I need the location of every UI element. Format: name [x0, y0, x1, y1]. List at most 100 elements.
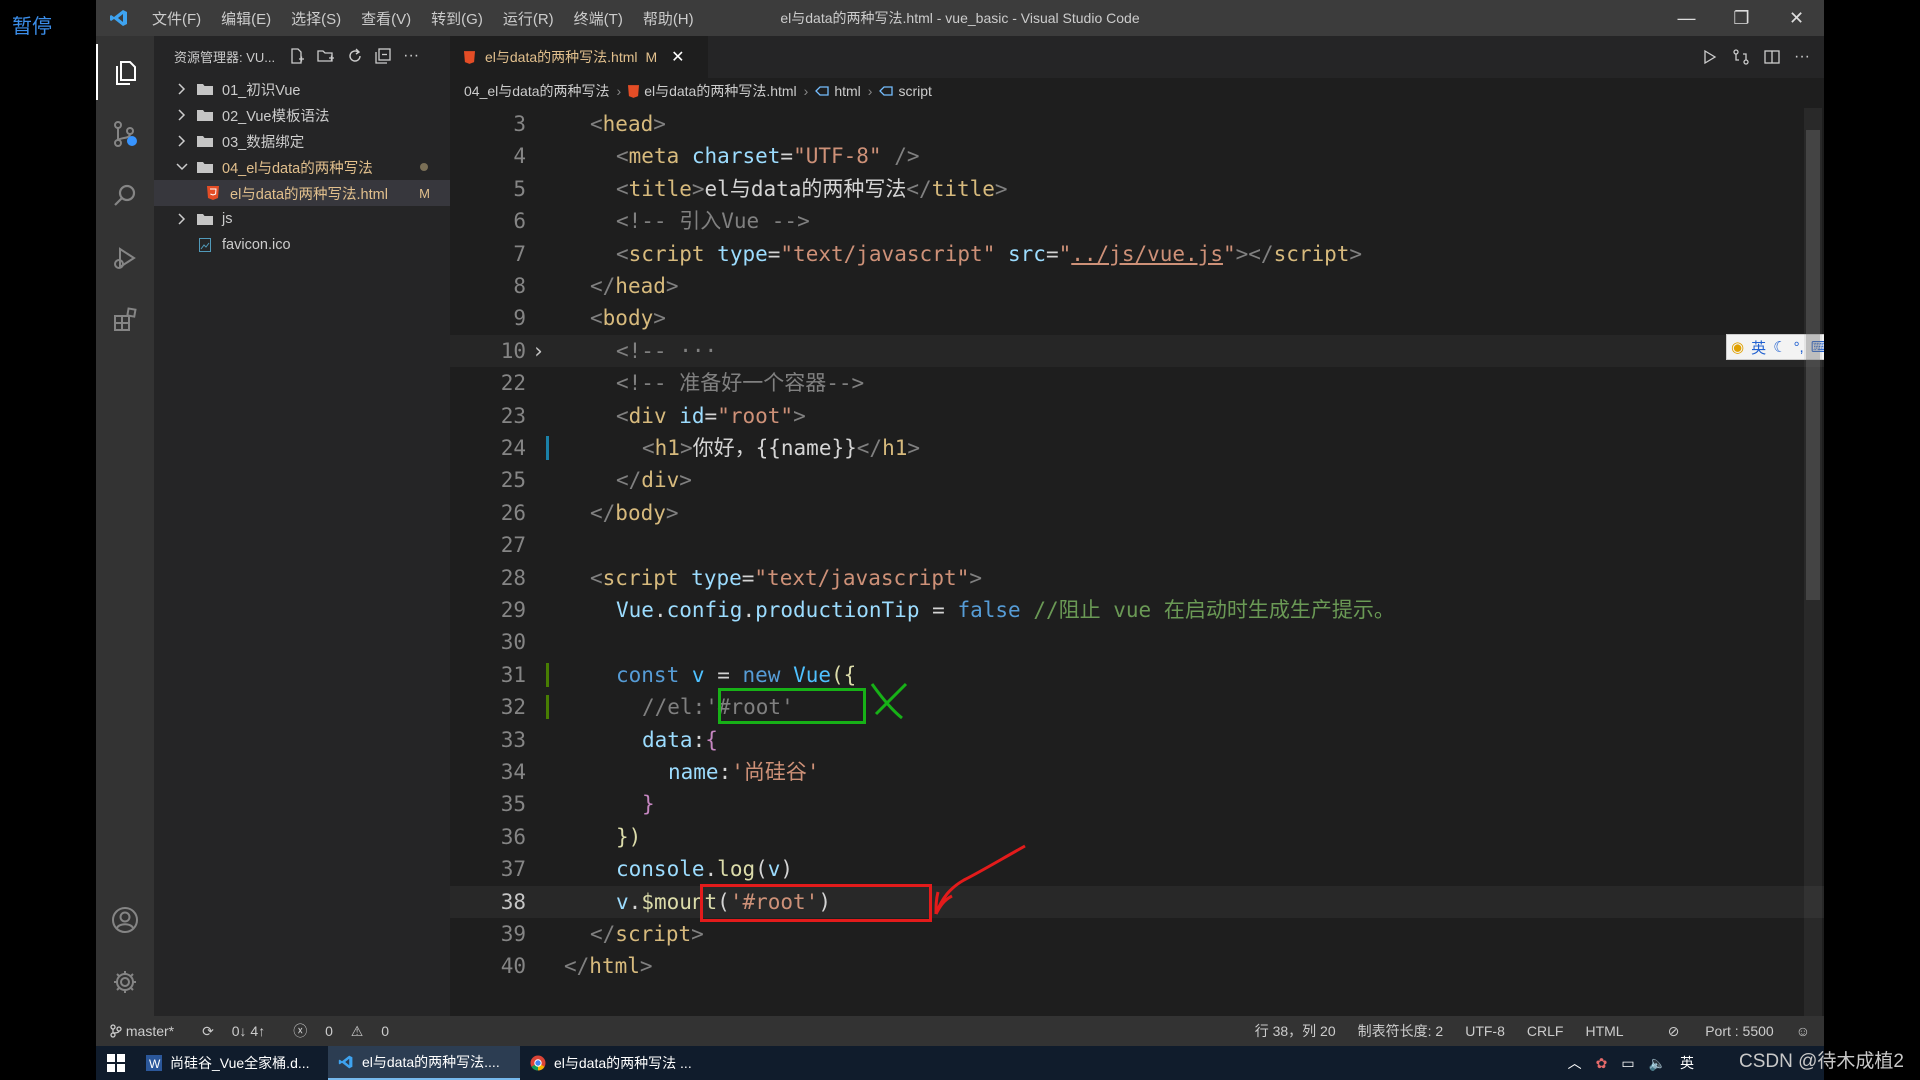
feedback-icon[interactable]: ☺ — [1796, 1023, 1810, 1039]
tree-item-label: favicon.ico — [222, 237, 291, 253]
problems-indicator[interactable]: ⓧ 0 ⚠ 0 — [293, 1021, 403, 1041]
html-file-icon — [464, 50, 475, 64]
code-line: 26 </body> — [500, 500, 679, 525]
menu-selection[interactable]: 选择(S) — [281, 8, 351, 29]
cursor-position[interactable]: 行 38，列 20 — [1255, 1021, 1336, 1041]
explorer-sidebar: 资源管理器: VU... ··· 01_初识Vue 02_Vue模板语法 03_… — [154, 36, 450, 1016]
more-actions-icon[interactable]: ··· — [403, 47, 419, 65]
menu-help[interactable]: 帮助(H) — [633, 8, 704, 29]
menu-go[interactable]: 转到(G) — [421, 8, 493, 29]
code-line: 34 name:'尚硅谷' — [500, 760, 820, 784]
menu-run[interactable]: 运行(R) — [493, 8, 564, 29]
menu-terminal[interactable]: 终端(T) — [564, 8, 633, 29]
fold-chevron-icon[interactable]: › — [532, 335, 545, 367]
new-folder-icon[interactable] — [317, 48, 335, 64]
windows-start-icon[interactable] — [96, 1046, 136, 1080]
tree-item-folder[interactable]: js — [154, 206, 450, 232]
windows-taskbar: W 尚硅谷_Vue全家桶.d... el与data的两种写法.... el与da… — [96, 1046, 1824, 1080]
taskbar-item-chrome[interactable]: el与data的两种写法 ... — [520, 1046, 712, 1080]
image-file-icon — [196, 238, 214, 252]
breadcrumb-item[interactable]: 04_el与data的两种写法 — [464, 81, 610, 101]
open-changes-icon[interactable] — [1732, 48, 1750, 66]
run-icon[interactable] — [1702, 49, 1718, 65]
chevron-right-icon — [174, 109, 190, 121]
source-control-icon[interactable] — [96, 106, 154, 162]
breadcrumb-item[interactable]: script — [898, 83, 931, 99]
minimize-button[interactable]: — — [1659, 0, 1714, 36]
language-mode[interactable]: HTML — [1585, 1023, 1623, 1039]
refresh-icon[interactable] — [347, 48, 363, 64]
split-editor-icon[interactable] — [1764, 49, 1780, 65]
git-branch-icon — [110, 1024, 122, 1038]
punctuation-icon[interactable]: °, — [1794, 339, 1804, 356]
close-window-button[interactable]: ✕ — [1769, 0, 1824, 36]
menu-file[interactable]: 文件(F) — [142, 8, 211, 29]
error-icon: ⓧ — [293, 1023, 308, 1039]
tree-item-label: 02_Vue模板语法 — [222, 108, 330, 125]
restore-button[interactable]: ❐ — [1714, 0, 1769, 36]
settings-gear-icon[interactable] — [96, 954, 154, 1010]
live-server-port[interactable]: ⊘ Port : 5500 — [1646, 1023, 1774, 1040]
tree-item-folder[interactable]: 03_数据绑定 — [154, 128, 450, 154]
volume-icon[interactable]: 🔈 — [1649, 1055, 1666, 1072]
tray-app-icon[interactable]: ✿ — [1596, 1055, 1608, 1072]
breadcrumb-item[interactable]: el与data的两种写法.html — [644, 81, 796, 101]
code-line: 25 </div> — [500, 468, 692, 493]
battery-icon[interactable]: ▭ — [1621, 1055, 1634, 1072]
moon-icon[interactable]: ☾ — [1773, 338, 1786, 356]
explorer-icon[interactable] — [96, 44, 154, 100]
folder-icon — [196, 212, 214, 226]
extensions-icon[interactable] — [96, 292, 154, 348]
ime-logo-icon: ◉ — [1731, 339, 1745, 356]
tree-item-folder-expanded[interactable]: 04_el与data的两种写法 — [154, 154, 450, 180]
account-icon[interactable] — [96, 892, 154, 948]
tab-size[interactable]: 制表符长度: 2 — [1358, 1021, 1444, 1041]
new-file-icon[interactable] — [289, 48, 305, 64]
tree-item-folder[interactable]: 02_Vue模板语法 — [154, 102, 450, 128]
title-bar: 文件(F) 编辑(E) 选择(S) 查看(V) 转到(G) 运行(R) 终端(T… — [96, 0, 1824, 36]
chevron-up-icon[interactable]: ︿ — [1568, 1053, 1582, 1073]
code-line: 27 — [500, 533, 526, 558]
watermark: CSDN @待木成植2 — [1739, 1051, 1904, 1072]
code-line: 5 <title>el与data的两种写法</title> — [513, 176, 1008, 201]
code-line: 29 Vue.config.productionTip = false //阻止 … — [500, 598, 1395, 622]
taskbar-item-vscode[interactable]: el与data的两种写法.... — [328, 1046, 520, 1080]
tree-item-file[interactable]: favicon.ico — [154, 232, 450, 258]
collapse-all-icon[interactable] — [375, 48, 391, 64]
explorer-title: 资源管理器: VU... — [174, 49, 276, 65]
code-line: 24 <h1>你好，{{name}}</h1> — [500, 436, 921, 460]
encoding[interactable]: UTF-8 — [1465, 1023, 1505, 1039]
breadcrumb-item[interactable]: html — [834, 83, 860, 99]
port-icon: ⊘ — [1667, 1022, 1680, 1039]
ime-indicator[interactable]: 英 — [1680, 1053, 1694, 1073]
ime-language-toggle[interactable]: 英 — [1751, 337, 1766, 358]
more-actions-icon[interactable]: ··· — [1794, 48, 1810, 66]
tree-item-file-selected[interactable]: el与data的两种写法.html M — [154, 180, 450, 206]
system-tray: ︿ ✿ ▭ 🔈 英 — [1554, 1053, 1694, 1073]
chevron-right-icon: › — [867, 83, 873, 99]
activity-bar — [96, 36, 154, 1016]
code-line: 7 <script type="text/javascript" src="../… — [513, 241, 1363, 266]
run-debug-icon[interactable] — [96, 230, 154, 286]
scrollbar-thumb[interactable] — [1806, 130, 1820, 600]
tab-label: el与data的两种写法.html — [485, 49, 638, 65]
taskbar-item-word[interactable]: W 尚硅谷_Vue全家桶.d... — [136, 1046, 328, 1080]
code-editor[interactable]: 3 <head> 4 <meta charset="UTF-8" /> 5 <titl… — [450, 108, 1824, 1016]
symbol-tag-icon — [879, 85, 894, 97]
code-line: 40 </html> — [500, 954, 653, 979]
tree-item-folder[interactable]: 01_初识Vue — [154, 76, 450, 102]
code-line: 22 <!-- 准备好一个容器--> — [500, 371, 865, 396]
code-line: 37 console.log(v) — [500, 857, 794, 882]
branch-indicator[interactable]: master* — [110, 1023, 188, 1039]
code-line: 8 </head> — [513, 274, 679, 298]
sync-indicator[interactable]: ⟳ 0↓ 4↑ — [202, 1023, 279, 1040]
menu-view[interactable]: 查看(V) — [351, 8, 421, 29]
menu-edit[interactable]: 编辑(E) — [211, 8, 281, 29]
word-app-icon: W — [146, 1055, 162, 1071]
close-tab-icon[interactable]: ✕ — [671, 47, 684, 67]
menu-bar: 文件(F) 编辑(E) 选择(S) 查看(V) 转到(G) 运行(R) 终端(T… — [142, 8, 704, 29]
search-icon[interactable] — [96, 168, 154, 224]
editor-tab-active[interactable]: el与data的两种写法.html M ✕ — [450, 36, 708, 78]
code-line: 9 <body> — [513, 306, 666, 331]
line-ending[interactable]: CRLF — [1527, 1023, 1564, 1039]
